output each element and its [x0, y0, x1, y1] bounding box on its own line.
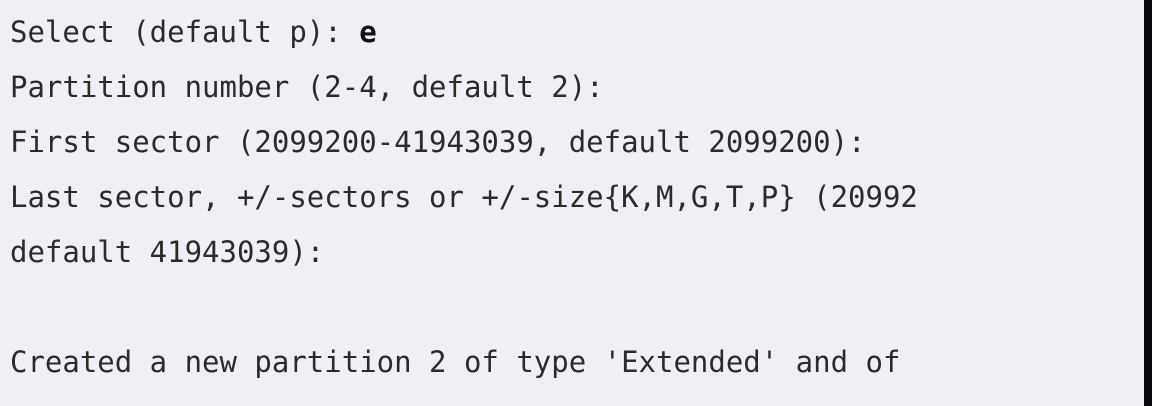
terminal-output: Select (default p): e Partition number (…	[0, 0, 1144, 406]
terminal-line-last-sector: Last sector, +/-sectors or +/-size{K,M,G…	[10, 180, 918, 214]
terminal-line-created-partition: Created a new partition 2 of type 'Exten…	[10, 345, 901, 379]
terminal-line-select-type: Select (default p): e	[10, 12, 377, 52]
window-right-edge	[1144, 0, 1152, 406]
select-type-prompt: Select (default p):	[10, 15, 360, 49]
select-type-user-input: e	[359, 15, 377, 49]
terminal-line-first-sector: First sector (2099200-41943039, default …	[10, 125, 866, 159]
terminal-line-last-sector-default: default 41943039):	[10, 235, 325, 269]
terminal-line-partition-number: Partition number (2-4, default 2):	[10, 70, 604, 104]
